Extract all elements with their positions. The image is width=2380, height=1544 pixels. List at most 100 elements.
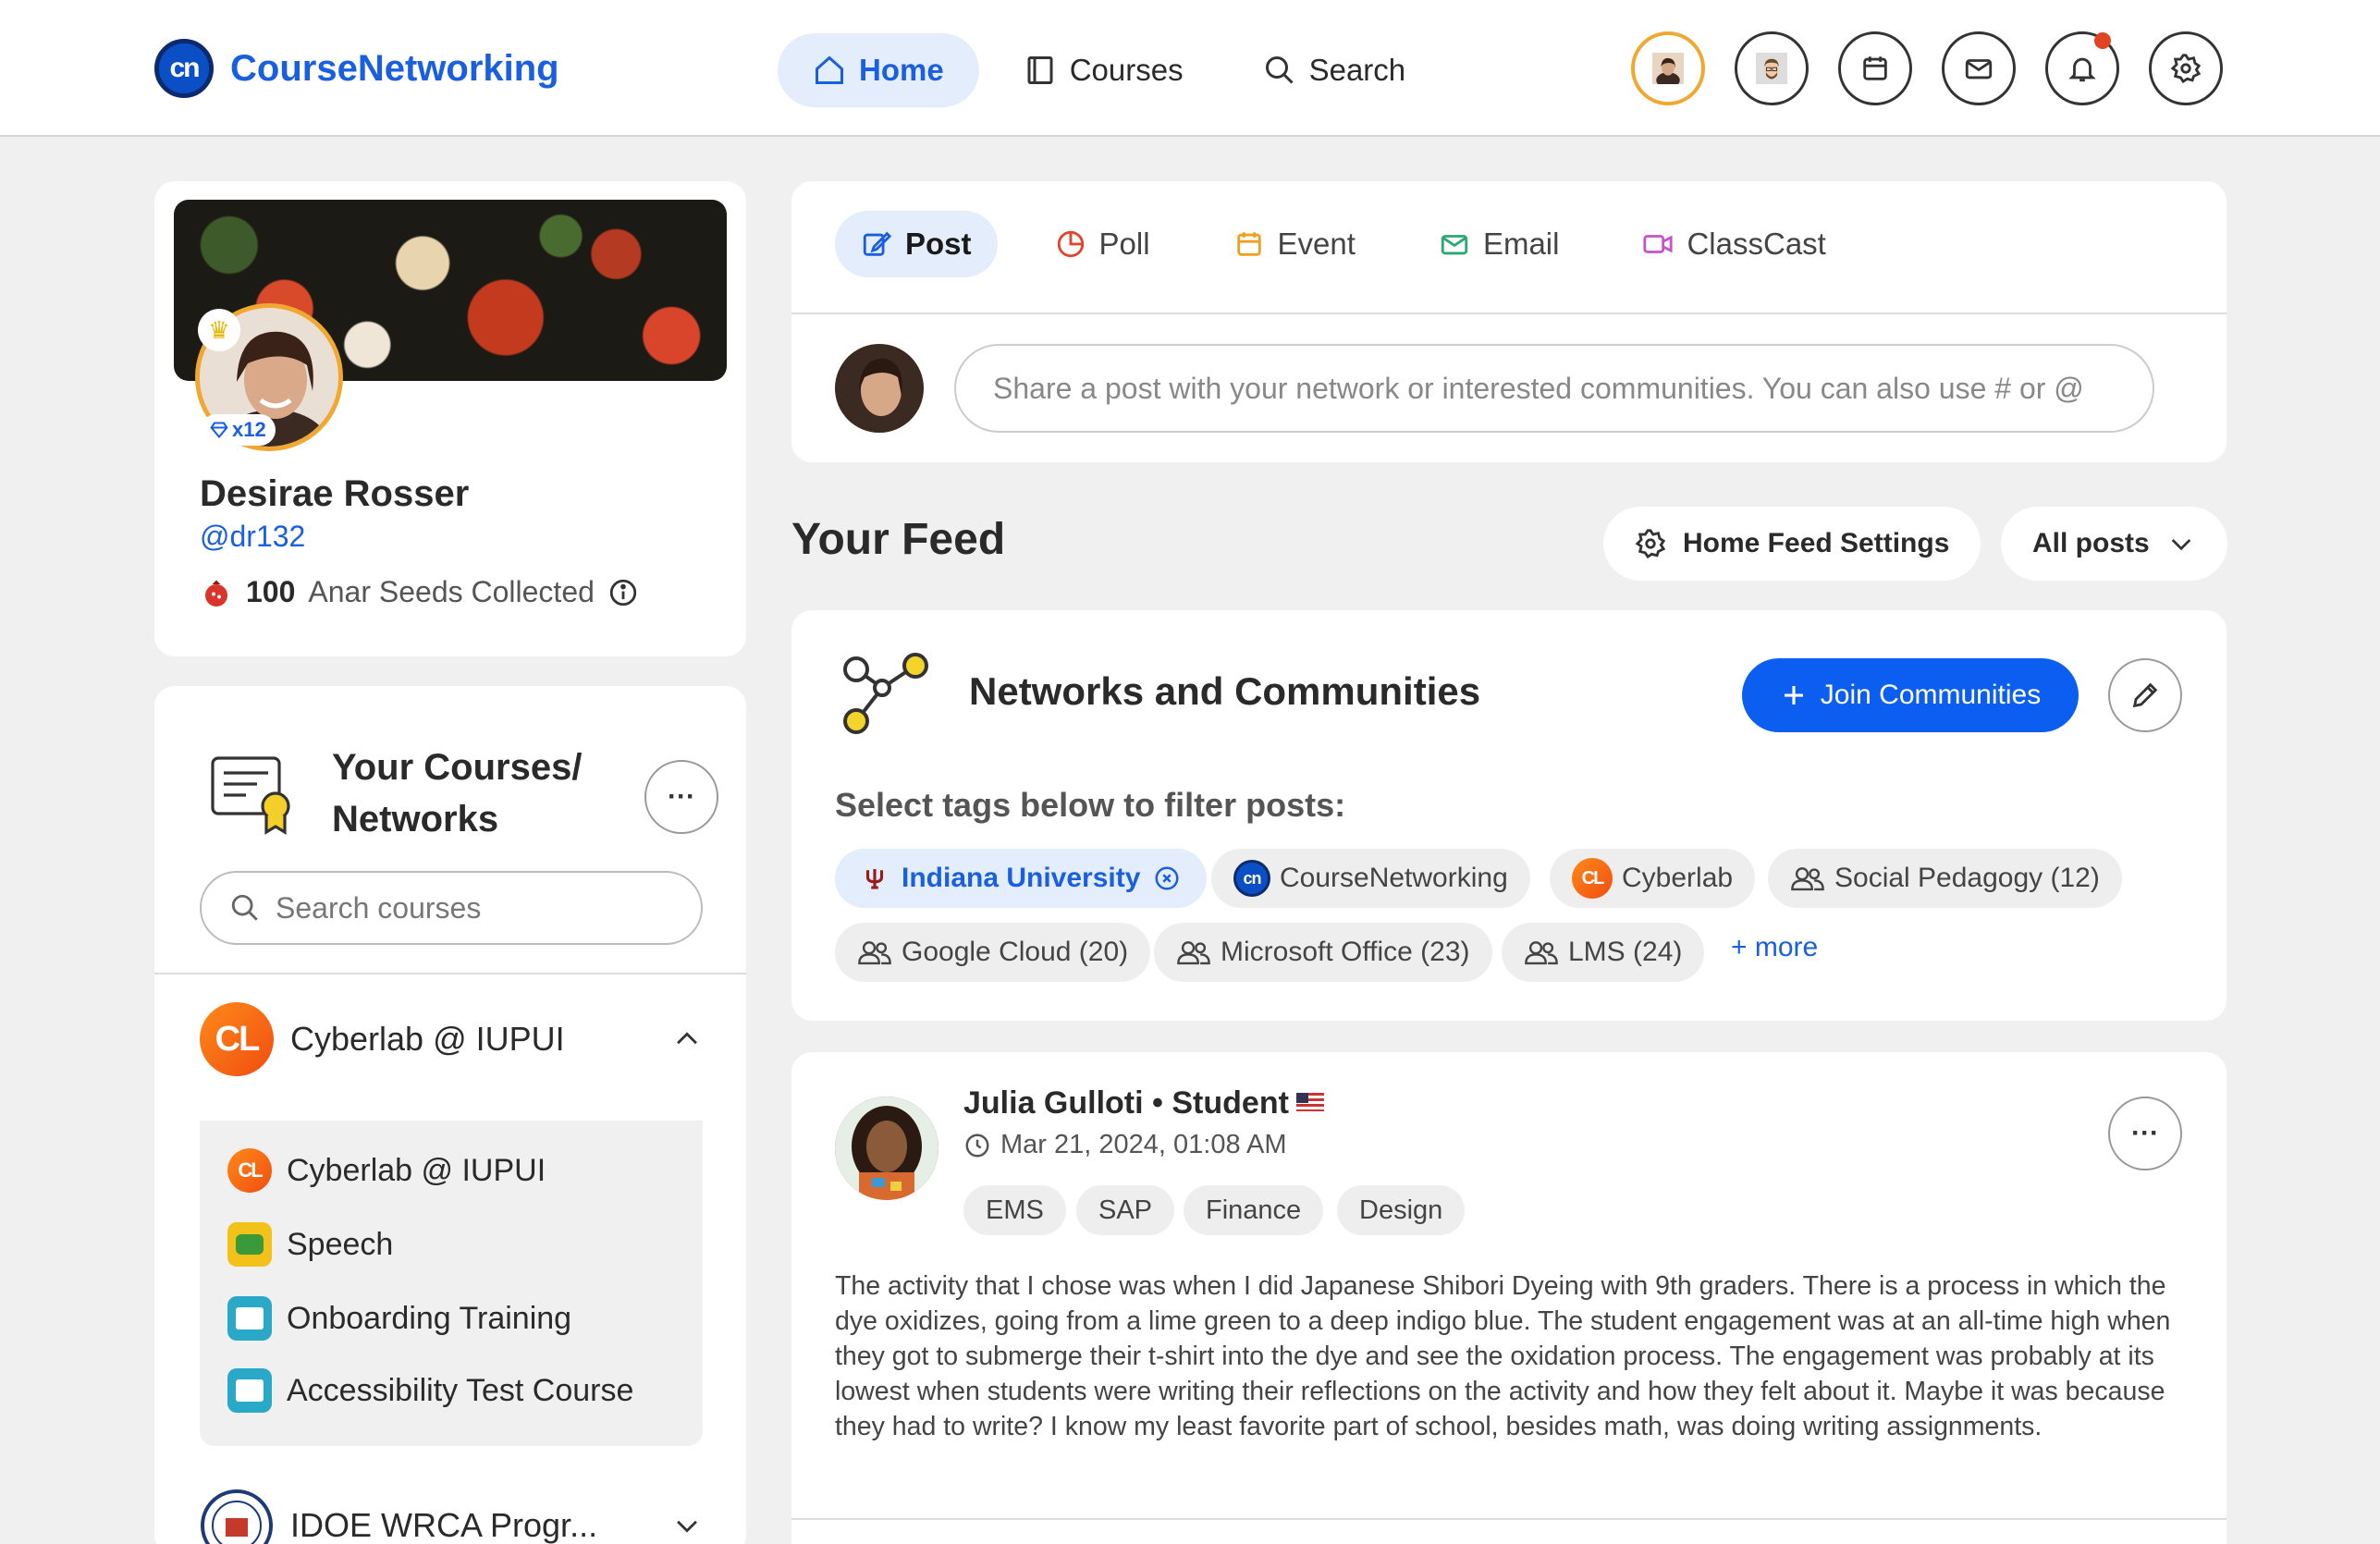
post-tag[interactable]: Finance (1184, 1185, 1324, 1235)
post-tag[interactable]: SAP (1076, 1185, 1175, 1235)
tab-post[interactable]: Post (835, 211, 998, 277)
course-group-idoe[interactable]: IDOE WRCA Progr... (200, 1489, 703, 1544)
post-timestamp: Mar 21, 2024, 01:08 AM (963, 1130, 1287, 1160)
tag-label: Microsoft Office (23) (1221, 937, 1470, 967)
tag-label: LMS (24) (1568, 937, 1683, 967)
divider (791, 1518, 2227, 1520)
post-tag[interactable]: Design (1337, 1185, 1466, 1235)
users-icon (1525, 941, 1558, 965)
course-item-label: Cyberlab @ IUPUI (287, 1152, 546, 1188)
tab-classcast-label: ClassCast (1687, 227, 1826, 261)
tab-poll[interactable]: Poll (1029, 211, 1176, 277)
post-author-name: Julia Gulloti • Student (963, 1085, 1289, 1121)
tag-coursenetworking[interactable]: cn CourseNetworking (1211, 849, 1530, 908)
brand-logo[interactable]: cn CourseNetworking (154, 39, 559, 98)
home-feed-settings-button[interactable]: Home Feed Settings (1603, 507, 1981, 581)
calendar-icon (1863, 56, 1887, 80)
presentation-board-icon (227, 1296, 272, 1341)
anar-seeds: 100 Anar Seeds Collected (200, 575, 639, 609)
tag-google-cloud[interactable]: Google Cloud (20) (835, 923, 1151, 982)
messages-button[interactable] (1942, 31, 2016, 105)
cyberlab-logo: CL (200, 1002, 274, 1076)
chevron-up-icon[interactable] (671, 1023, 703, 1055)
us-flag-icon (1295, 1093, 1324, 1111)
clock-icon (965, 1133, 989, 1157)
course-item-label: Accessibility Test Course (287, 1372, 634, 1408)
tag-label: Indiana University (902, 863, 1141, 893)
compose-tabs: Post Poll Event Email ClassCast (835, 211, 1852, 277)
search-courses-placeholder: Search courses (276, 890, 482, 925)
course-group-cyberlab[interactable]: CL Cyberlab @ IUPUI (200, 1002, 703, 1076)
join-communities-button[interactable]: Join Communities (1742, 658, 2079, 732)
profile-name: Desirae Rosser (200, 473, 470, 514)
nav-courses[interactable]: Courses (988, 33, 1219, 107)
tag-label: CourseNetworking (1280, 863, 1508, 893)
top-navigation-bar: cn CourseNetworking Home Courses Search (0, 0, 2380, 137)
tab-email[interactable]: Email (1413, 211, 1586, 277)
divider (791, 312, 2227, 314)
secondary-avatar-button[interactable] (1735, 31, 1809, 105)
courses-more-button[interactable]: ··· (644, 760, 718, 834)
course-item[interactable]: CL Cyberlab @ IUPUI (227, 1148, 546, 1193)
post-tag[interactable]: EMS (963, 1185, 1066, 1235)
notifications-button[interactable] (2045, 31, 2119, 105)
course-item[interactable]: Onboarding Training (227, 1296, 571, 1341)
logo-mark: cn (154, 39, 214, 98)
cyberlab-icon: CL (1572, 858, 1613, 899)
post-author-avatar[interactable] (835, 1097, 939, 1200)
tag-label: Social Pedagogy (12) (1834, 863, 2100, 893)
mail-icon (1441, 235, 1468, 255)
pie-chart-icon (1057, 230, 1084, 258)
idoe-seal-icon (201, 1489, 273, 1544)
cartoon-avatar-image (1756, 53, 1787, 84)
home-feed-settings-label: Home Feed Settings (1683, 528, 1950, 558)
nav-search[interactable]: Search (1228, 33, 1441, 107)
close-circle-icon[interactable] (1149, 864, 1184, 892)
user-avatar-button[interactable] (1631, 31, 1705, 105)
tag-lms[interactable]: LMS (24) (1502, 923, 1705, 982)
all-posts-label: All posts (2032, 528, 2150, 558)
network-share-icon (843, 653, 928, 734)
post-time-text: Mar 21, 2024, 01:08 AM (1000, 1130, 1287, 1159)
compose-card: Post Poll Event Email ClassCast Share a … (791, 181, 2227, 462)
pencil-icon (2132, 682, 2158, 708)
settings-button[interactable] (2149, 31, 2223, 105)
tag-cyberlab[interactable]: CL Cyberlab (1550, 849, 1756, 908)
search-courses-input[interactable]: Search courses (200, 871, 703, 945)
certificate-icon (211, 756, 290, 835)
compose-post-input[interactable]: Share a post with your network or intere… (954, 344, 2154, 433)
filter-prompt: Select tags below to filter posts: (835, 786, 1346, 824)
courses-header: Your Courses/ Networks (208, 741, 609, 845)
users-icon (1791, 867, 1824, 891)
post-author[interactable]: Julia Gulloti • Student (963, 1085, 1324, 1121)
course-item[interactable]: Accessibility Test Course (227, 1368, 633, 1413)
course-item[interactable]: Speech (227, 1222, 393, 1267)
calendar-button[interactable] (1838, 31, 1912, 105)
post-more-button[interactable]: ··· (2108, 1097, 2182, 1170)
users-icon (858, 941, 891, 965)
cyberlab-icon: CL (227, 1148, 272, 1193)
more-tags-link[interactable]: + more (1731, 932, 1818, 963)
nav-home[interactable]: Home (778, 33, 979, 107)
tab-classcast[interactable]: ClassCast (1616, 211, 1851, 277)
diamond-icon (210, 422, 228, 439)
user-photo (835, 344, 924, 433)
tag-microsoft-office[interactable]: Microsoft Office (23) (1154, 923, 1492, 982)
tag-indiana-university[interactable]: Indiana University (835, 849, 1208, 908)
edit-networks-button[interactable] (2108, 658, 2182, 732)
tag-social-pedagogy[interactable]: Social Pedagogy (12) (1768, 849, 2122, 908)
gear-icon (2170, 54, 2202, 84)
speech-bubble-icon (227, 1222, 272, 1267)
courses-title: Your Courses/ Networks (332, 747, 583, 839)
networks-title: Networks and Communities (969, 669, 1481, 713)
book-icon (1027, 56, 1053, 84)
profile-handle[interactable]: @dr132 (200, 520, 305, 554)
top-actions (1631, 31, 2223, 105)
networks-communities-card: Networks and Communities Join Communitie… (791, 610, 2227, 1021)
all-posts-dropdown[interactable]: All posts (2001, 507, 2227, 581)
info-icon[interactable] (607, 577, 639, 608)
compose-placeholder: Share a post with your network or intere… (993, 371, 2084, 405)
tag-label: Cyberlab (1622, 863, 1734, 893)
chevron-down-icon[interactable] (671, 1510, 703, 1541)
tab-event[interactable]: Event (1208, 211, 1381, 277)
